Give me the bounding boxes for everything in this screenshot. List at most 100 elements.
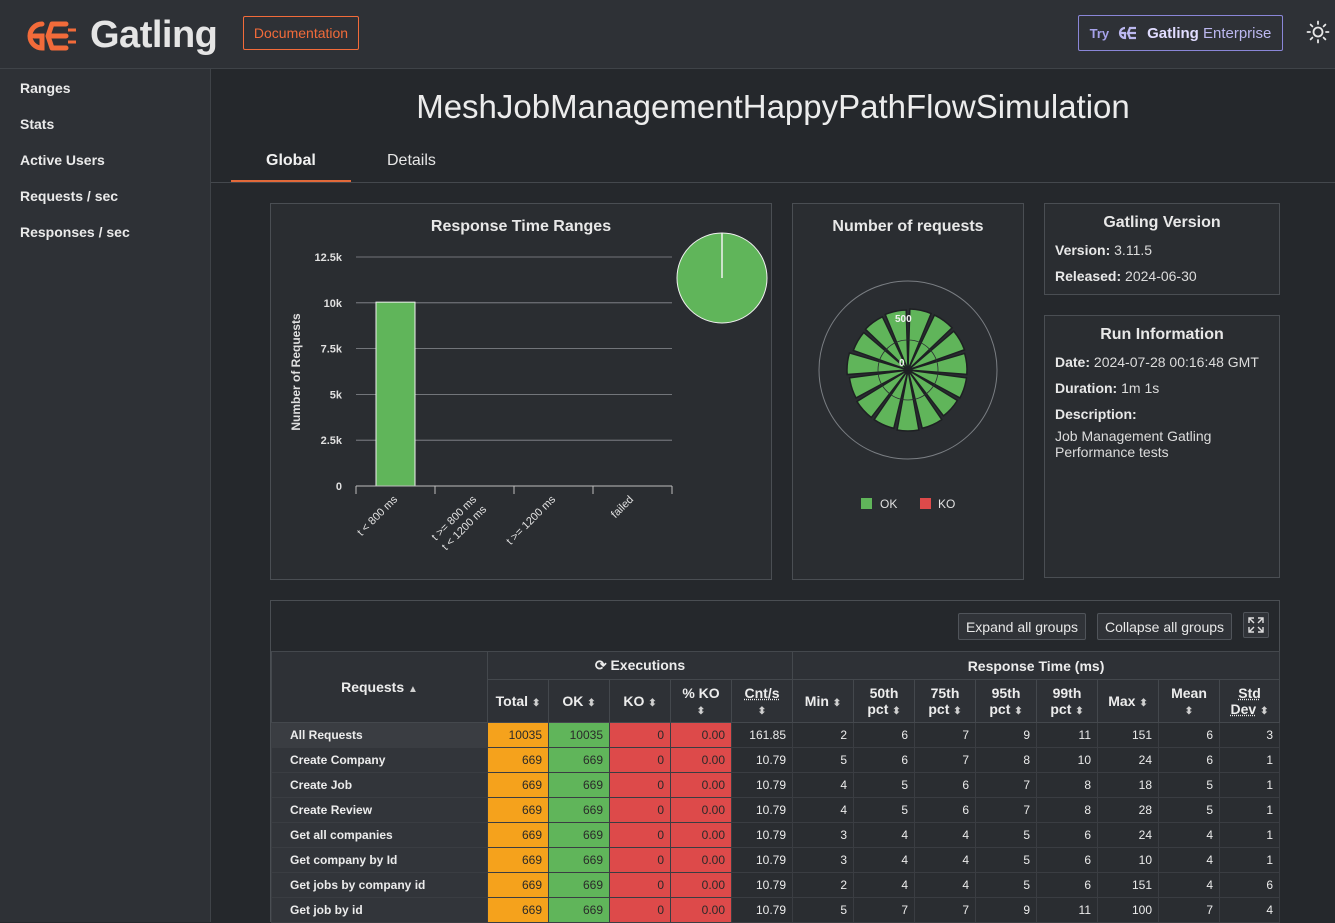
polar-label-0: 0 <box>899 358 905 369</box>
cell-pko: 0.00 <box>671 748 732 773</box>
col-cnts[interactable]: Cnt/s ⬍ <box>732 680 793 723</box>
col-p99-pct: pct <box>1050 701 1071 717</box>
sort-icon: ⬍ <box>892 706 900 717</box>
cell-p95: 9 <box>976 723 1037 748</box>
legend-ko-swatch[interactable] <box>920 498 931 509</box>
cell-cnts: 10.79 <box>732 848 793 873</box>
table-row[interactable]: Get job by id 669 669 0 0.00 10.79 5 7 7 9 11 100 7 4 <box>272 898 1280 923</box>
legend-ko-label[interactable]: KO <box>938 497 955 511</box>
cell-p50: 7 <box>854 898 915 923</box>
col-p75[interactable]: 75th pct ⬍ <box>915 680 976 723</box>
table-row[interactable]: Create Job 669 669 0 0.00 10.79 4 5 6 7 8 18 5 1 <box>272 773 1280 798</box>
cell-name[interactable]: Get all companies <box>272 823 488 848</box>
table-row[interactable]: Get company by Id 669 669 0 0.00 10.79 3 4 4 5 6 10… <box>272 848 1280 873</box>
sidebar-item-responses-sec[interactable]: Responses / sec <box>20 224 130 240</box>
sidebar-item-ranges[interactable]: Ranges <box>20 80 71 96</box>
requests-header[interactable]: Requests ▲ <box>272 652 488 723</box>
legend-ok-swatch[interactable] <box>861 498 872 509</box>
cell-p95: 9 <box>976 898 1037 923</box>
cell-p99: 10 <box>1037 748 1098 773</box>
try-enterprise-button[interactable]: Try Gatling Enterprise <box>1078 15 1283 51</box>
gatling-logo-icon <box>20 18 78 54</box>
table-row[interactable]: Create Company 669 669 0 0.00 10.79 5 6 7 8 10 24 6 1 <box>272 748 1280 773</box>
cell-name[interactable]: Create Company <box>272 748 488 773</box>
sidebar-item-active-users[interactable]: Active Users <box>20 152 105 168</box>
col-p99-label: 99th <box>1053 685 1082 701</box>
sidebar-item-stats[interactable]: Stats <box>20 116 54 132</box>
cell-name[interactable]: All Requests <box>272 723 488 748</box>
col-ok-label: OK <box>562 693 583 709</box>
cell-p75: 7 <box>915 898 976 923</box>
fullscreen-icon[interactable] <box>1243 612 1269 638</box>
ytick-label: 2.5k <box>321 435 343 447</box>
col-cnts-label: Cnt/s <box>745 685 780 701</box>
legend-ok-label[interactable]: OK <box>880 497 897 511</box>
col-p50[interactable]: 50th pct ⬍ <box>854 680 915 723</box>
col-mean[interactable]: Mean ⬍ <box>1159 680 1220 723</box>
duration-line: Duration: 1m 1s <box>1055 380 1159 396</box>
sidebar-item-requests-sec[interactable]: Requests / sec <box>20 188 118 204</box>
cell-name[interactable]: Get jobs by company id <box>272 873 488 898</box>
col-min-label: Min <box>805 693 829 709</box>
tab-details[interactable]: Details <box>387 152 436 170</box>
cell-pko: 0.00 <box>671 773 732 798</box>
collapse-all-groups-button[interactable]: Collapse all groups <box>1097 613 1232 640</box>
tab-global[interactable]: Global <box>266 152 316 170</box>
col-p95[interactable]: 95th pct ⬍ <box>976 680 1037 723</box>
table-row[interactable]: Create Review 669 669 0 0.00 10.79 4 5 6 7 8 28 5 1 <box>272 798 1280 823</box>
cell-p95: 5 <box>976 873 1037 898</box>
table-row[interactable]: Get jobs by company id 669 669 0 0.00 10.79 2 4… <box>272 873 1280 898</box>
table-row[interactable]: All Requests 10035 10035 0 0.00 161.85 2 6 7 9 11 1… <box>272 723 1280 748</box>
col-min[interactable]: Min ⬍ <box>793 680 854 723</box>
sort-icon: ⬍ <box>648 698 656 709</box>
col-max-label: Max <box>1108 693 1135 709</box>
top-bar: Gatling Documentation Try Gatling Enterp… <box>0 0 1335 69</box>
cell-mean: 6 <box>1159 748 1220 773</box>
cell-p75: 6 <box>915 798 976 823</box>
stats-table-panel: Expand all groups Collapse all groups Re… <box>270 600 1280 922</box>
cell-p99: 11 <box>1037 723 1098 748</box>
cell-pko: 0.00 <box>671 723 732 748</box>
cell-name[interactable]: Get job by id <box>272 898 488 923</box>
sort-icon: ⬍ <box>833 698 841 709</box>
col-max[interactable]: Max ⬍ <box>1098 680 1159 723</box>
col-total[interactable]: Total ⬍ <box>488 680 549 723</box>
date-label: Date: <box>1055 354 1090 370</box>
col-pko[interactable]: % KO ⬍ <box>671 680 732 723</box>
cell-total: 669 <box>488 848 549 873</box>
page-title: MeshJobManagementHappyPathFlowSimulation <box>211 88 1335 126</box>
col-std[interactable]: Std Dev ⬍ <box>1220 680 1280 723</box>
cell-cnts: 10.79 <box>732 773 793 798</box>
cell-name[interactable]: Create Job <box>272 773 488 798</box>
cell-pko: 0.00 <box>671 873 732 898</box>
cell-std: 3 <box>1220 723 1280 748</box>
cell-p99: 6 <box>1037 873 1098 898</box>
cell-ok: 669 <box>549 898 610 923</box>
cell-name[interactable]: Get company by Id <box>272 848 488 873</box>
col-p50-label: 50th <box>870 685 899 701</box>
cell-mean: 5 <box>1159 773 1220 798</box>
col-p99[interactable]: 99th pct ⬍ <box>1037 680 1098 723</box>
col-ok[interactable]: OK ⬍ <box>549 680 610 723</box>
stats-table: Requests ▲ ⟳ Executions Response Time (m… <box>271 651 1280 923</box>
cell-ko: 0 <box>610 773 671 798</box>
documentation-button[interactable]: Documentation <box>243 16 359 50</box>
version-value: 3.11.5 <box>1114 242 1152 258</box>
gatling-logo[interactable]: Gatling <box>20 14 217 57</box>
col-ko[interactable]: KO ⬍ <box>610 680 671 723</box>
bar-0[interactable] <box>376 302 415 486</box>
table-row[interactable]: Get all companies 669 669 0 0.00 10.79 3 4 4 5 6 24… <box>272 823 1280 848</box>
sun-icon[interactable] <box>1306 20 1330 44</box>
cell-p95: 7 <box>976 798 1037 823</box>
cell-std: 1 <box>1220 798 1280 823</box>
cell-p75: 7 <box>915 723 976 748</box>
expand-all-groups-button[interactable]: Expand all groups <box>958 613 1086 640</box>
cell-cnts: 10.79 <box>732 748 793 773</box>
run-info-title: Run Information <box>1045 326 1279 344</box>
cell-min: 3 <box>793 848 854 873</box>
cell-max: 100 <box>1098 898 1159 923</box>
cell-ok: 669 <box>549 798 610 823</box>
cell-name[interactable]: Create Review <box>272 798 488 823</box>
cell-ko: 0 <box>610 823 671 848</box>
cell-pko: 0.00 <box>671 898 732 923</box>
